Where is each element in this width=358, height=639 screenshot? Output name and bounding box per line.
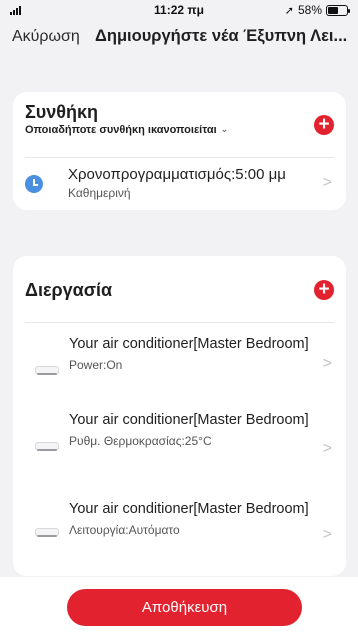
condition-row-label: Χρονοπρογραμματισμός:5:00 μμ — [68, 166, 286, 183]
add-condition-button[interactable]: + — [314, 115, 334, 135]
battery-percent: 58% — [297, 3, 322, 17]
air-conditioner-icon — [35, 442, 59, 454]
condition-match-label: Οποιαδήποτε συνθήκη ικανοποιείται — [25, 124, 217, 136]
bottom-bar: Αποθήκευση — [0, 577, 358, 639]
divider — [25, 322, 334, 323]
page-title: Δημιουργήστε νέα Έξυπνη Λει... — [95, 27, 348, 45]
status-bar: 11:22 πμ ➚ 58% — [0, 0, 358, 20]
chevron-right-icon: > — [322, 526, 332, 543]
task-item-value: Power:On — [69, 358, 123, 372]
nav-bar: Ακύρωση Δημιουργήστε νέα Έξυπνη Λει... — [0, 22, 358, 52]
task-item[interactable]: Your air conditioner[Master Bedroom] Ρυθ… — [69, 412, 339, 448]
status-right: ➚ 58% — [284, 3, 350, 17]
task-item-name: Your air conditioner[Master Bedroom] — [69, 412, 309, 428]
condition-title: Συνθήκη — [25, 102, 99, 122]
task-item-value: Ρυθμ. Θερμοκρασίας:25°C — [69, 434, 212, 448]
air-conditioner-icon — [35, 528, 59, 540]
chevron-right-icon: > — [322, 355, 332, 372]
condition-row-sub: Καθημερινή — [68, 186, 131, 200]
chevron-right-icon: > — [322, 440, 332, 457]
save-button[interactable]: Αποθήκευση — [67, 589, 302, 626]
task-item[interactable]: Your air conditioner[Master Bedroom] Pow… — [69, 336, 339, 372]
condition-match-selector[interactable]: Οποιαδήποτε συνθήκη ικανοποιείται ⌄ — [25, 123, 229, 137]
chevron-down-icon: ⌄ — [220, 123, 229, 134]
air-conditioner-icon — [35, 366, 59, 378]
condition-card: Συνθήκη Οποιαδήποτε συνθήκη ικανοποιείτα… — [13, 92, 346, 210]
chevron-right-icon: > — [322, 174, 332, 191]
task-item[interactable]: Your air conditioner[Master Bedroom] Λει… — [69, 501, 339, 537]
divider — [25, 157, 334, 158]
add-task-button[interactable]: + — [314, 280, 334, 300]
task-card: Διεργασία + Your air conditioner[Master … — [13, 256, 346, 576]
task-title: Διεργασία — [25, 280, 113, 300]
task-item-value: Λειτουργία:Αυτόματο — [69, 523, 180, 537]
location-icon: ➚ — [284, 4, 294, 17]
task-item-name: Your air conditioner[Master Bedroom] — [69, 336, 309, 352]
cancel-button[interactable]: Ακύρωση — [12, 28, 80, 46]
battery-icon — [326, 4, 350, 16]
clock-icon — [25, 175, 43, 193]
task-item-name: Your air conditioner[Master Bedroom] — [69, 501, 309, 517]
